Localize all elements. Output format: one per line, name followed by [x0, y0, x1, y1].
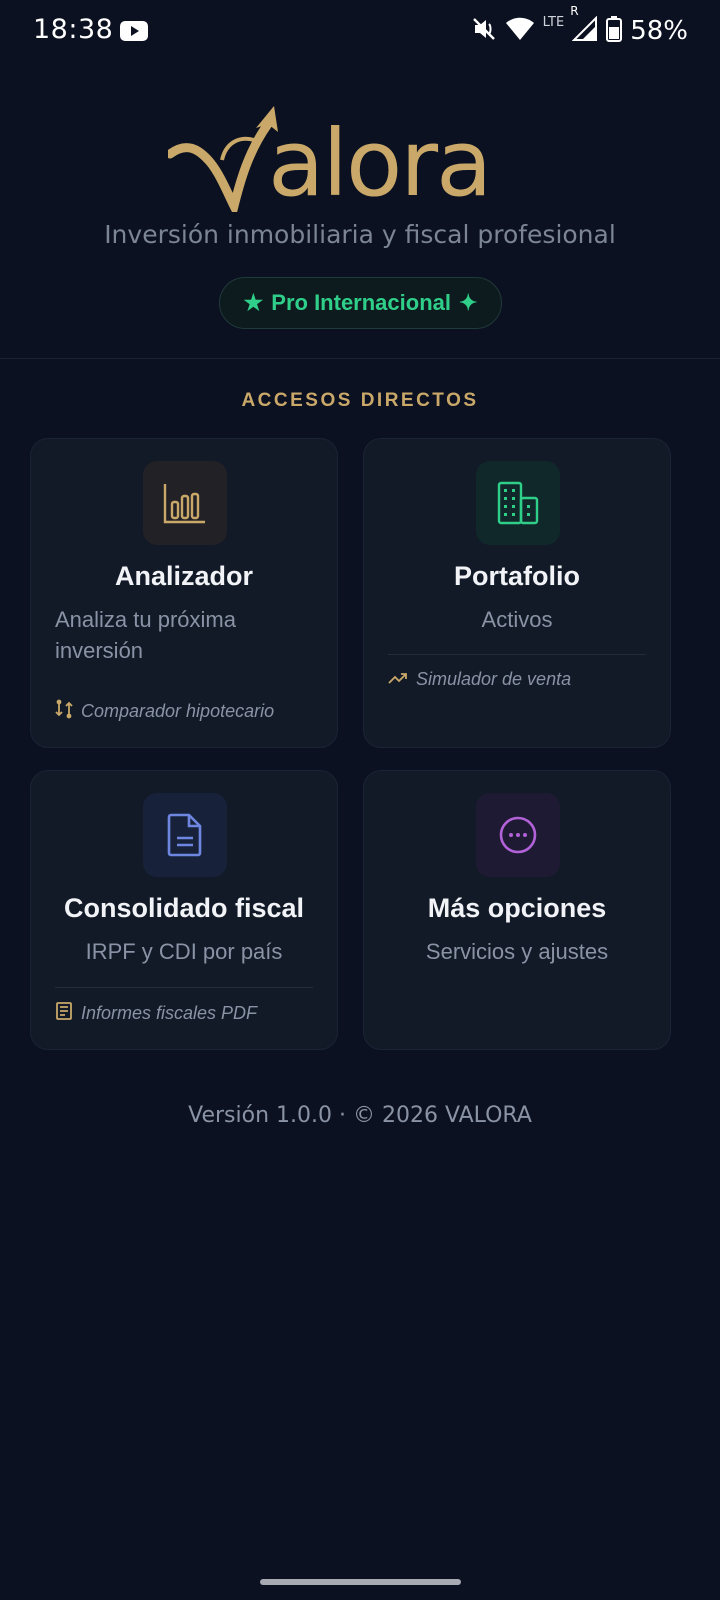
more-icon: [476, 793, 560, 877]
card-footer-link[interactable]: Comparador hipotecario: [55, 699, 317, 724]
brand-name: alora: [268, 110, 492, 217]
card-subtitle: Analiza tu próxima inversión: [55, 607, 236, 663]
card-title: Consolidado fiscal: [63, 893, 305, 923]
star-icon: ★: [243, 290, 264, 315]
card-divider: [388, 654, 646, 655]
card-analizador[interactable]: Analizador Analiza tu próxima inversión …: [30, 438, 338, 748]
section-title: ACCESOS DIRECTOS: [241, 390, 479, 411]
trending-up-icon: [388, 669, 408, 690]
youtube-icon: [120, 20, 148, 47]
bar-chart-icon: [143, 461, 227, 545]
status-time: 18:38: [33, 14, 114, 45]
lte-label: LTE: [542, 14, 565, 30]
sparkle-icon: ✦: [459, 290, 478, 315]
receipt-icon: [55, 1001, 73, 1026]
battery-icon: [606, 15, 623, 47]
card-footer-link[interactable]: Informes fiscales PDF: [55, 1001, 317, 1026]
header-divider: [0, 358, 720, 359]
pro-badge: ★ Pro Internacional ✦: [219, 277, 502, 329]
card-subtitle: Activos: [481, 607, 553, 632]
roaming-label: R: [570, 3, 579, 18]
tagline: Inversión inmobiliaria y fiscal profesio…: [104, 220, 616, 249]
home-indicator[interactable]: [260, 1579, 461, 1585]
card-divider: [55, 987, 313, 988]
card-subtitle: Servicios y ajustes: [425, 939, 609, 964]
status-bar: 18:38 LTE R 58%: [0, 0, 720, 64]
status-icons: LTE R 58%: [471, 4, 688, 48]
version-text: Versión 1.0.0 · © 2026 VALORA: [188, 1103, 532, 1128]
card-footer-label: Simulador de venta: [416, 669, 572, 689]
battery-percent: 58%: [630, 16, 688, 46]
compare-arrows-icon: [55, 699, 73, 724]
card-title: Analizador: [114, 561, 254, 591]
signal-icon: R: [570, 4, 598, 47]
card-mas-opciones[interactable]: Más opciones Servicios y ajustes: [363, 770, 671, 1050]
wifi-icon: [505, 17, 535, 46]
card-subtitle: IRPF y CDI por país: [85, 939, 283, 964]
card-footer-label: Comparador hipotecario: [81, 701, 275, 721]
buildings-icon: [476, 461, 560, 545]
card-consolidado-fiscal[interactable]: Consolidado fiscal IRPF y CDI por país I…: [30, 770, 338, 1050]
card-portafolio[interactable]: Portafolio Activos Simulador de venta: [363, 438, 671, 748]
mute-icon: [471, 16, 497, 47]
card-title: Portafolio: [454, 561, 580, 591]
document-icon: [143, 793, 227, 877]
card-title: Más opciones: [427, 893, 607, 923]
brand-logo: alora: [0, 96, 720, 216]
badge-label: Pro Internacional: [271, 290, 451, 315]
card-footer-label: Informes fiscales PDF: [81, 1003, 258, 1023]
card-footer-link[interactable]: Simulador de venta: [388, 669, 650, 690]
